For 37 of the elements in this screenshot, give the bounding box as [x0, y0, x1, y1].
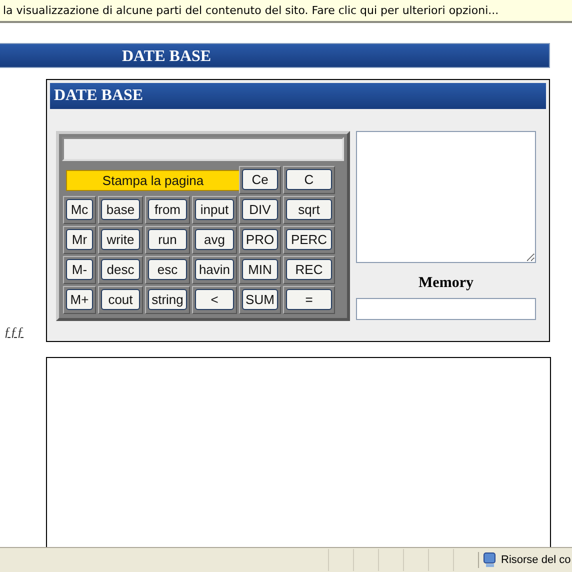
calculator-key[interactable]: C: [286, 169, 332, 190]
calculator-key[interactable]: PRO: [242, 229, 278, 250]
calculator-key[interactable]: base: [101, 199, 140, 220]
calculator-key[interactable]: REC: [286, 259, 332, 280]
calculator-display[interactable]: [62, 137, 344, 161]
information-bar[interactable]: la visualizzazione di alcune parti del contenuto del sito. Fare clic qui per ulteriori opzioni...: [0, 0, 572, 23]
calculator-key[interactable]: PERC: [286, 229, 332, 250]
page-header: DATE BASE: [0, 43, 550, 68]
calculator-key[interactable]: havin: [195, 259, 234, 280]
calculator-key[interactable]: input: [195, 199, 234, 220]
calculator-key[interactable]: Mr: [66, 229, 93, 250]
calculator-key[interactable]: string: [148, 289, 187, 310]
calculator-key[interactable]: M-: [66, 259, 93, 280]
side-link[interactable]: ƒƒƒ: [4, 324, 24, 340]
calculator-key[interactable]: cout: [101, 289, 140, 310]
calculator-key[interactable]: run: [148, 229, 187, 250]
calculator-key[interactable]: write: [101, 229, 140, 250]
memory-field[interactable]: [356, 298, 536, 320]
memory-label: Memory: [418, 275, 474, 292]
calculator-key[interactable]: desc: [101, 259, 140, 280]
calculator-key[interactable]: avg: [195, 229, 234, 250]
computer-icon: [482, 552, 498, 568]
zone-label: Risorse del co: [501, 554, 571, 566]
calculator-key[interactable]: <: [195, 289, 234, 310]
calculator-key[interactable]: Mc: [66, 199, 93, 220]
print-page-button[interactable]: Stampa la pagina: [66, 170, 240, 190]
calculator-key[interactable]: MIN: [242, 259, 278, 280]
calculator-key[interactable]: sqrt: [286, 199, 332, 220]
calculator-key[interactable]: DIV: [242, 199, 278, 220]
output-area[interactable]: [356, 131, 536, 263]
calculator-key[interactable]: M+: [66, 289, 93, 310]
panel-title: DATE BASE: [50, 83, 546, 109]
calculator-key[interactable]: from: [148, 199, 187, 220]
calculator-key[interactable]: Ce: [242, 169, 278, 190]
calculator-key[interactable]: esc: [148, 259, 187, 280]
calculator-key[interactable]: =: [286, 289, 332, 310]
calculator-key[interactable]: SUM: [242, 289, 278, 310]
